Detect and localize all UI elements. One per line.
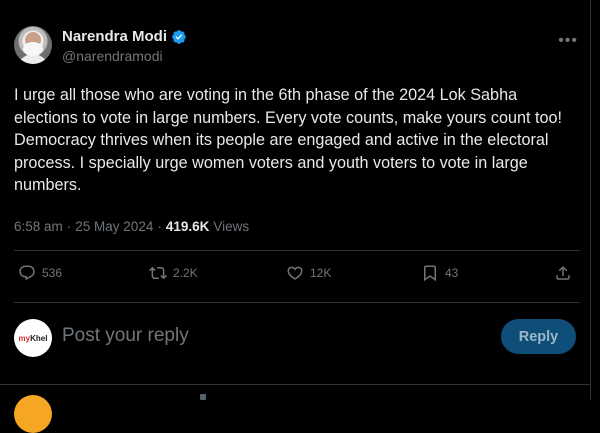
divider-middle — [14, 302, 580, 303]
next-post-icon-fragment — [200, 394, 206, 400]
bookmark-count: 43 — [445, 266, 459, 280]
avatar-logo-text-accent: Khel — [30, 333, 48, 343]
retweet-action-button[interactable]: 2.2K — [149, 264, 198, 282]
author-name-row: Narendra Modi — [62, 28, 187, 45]
avatar-beard-shape — [23, 42, 43, 56]
divider-top — [14, 250, 580, 251]
bookmark-icon — [424, 265, 436, 282]
divider-bottom — [0, 384, 590, 385]
verified-badge-icon — [172, 29, 186, 44]
reply-count: 536 — [42, 266, 63, 280]
reply-action-button[interactable]: 536 — [18, 264, 62, 282]
meta-separator: · — [66, 219, 72, 234]
tweet-meta: 6:58 am · 25 May 2024 · 419.6K Views — [14, 219, 249, 234]
share-action-button[interactable] — [554, 264, 572, 282]
tweet-time[interactable]: 6:58 am — [14, 219, 63, 234]
reply-composer: myKhel Reply — [14, 318, 580, 358]
meta-separator-2: · — [157, 219, 162, 234]
avatar-logo-text-main: my — [18, 333, 31, 343]
views-count: 419.6K — [165, 219, 210, 234]
tweet-frame: Narendra Modi @narendramodi ••• I urge a… — [0, 0, 591, 433]
like-count: 12K — [310, 266, 332, 280]
author-handle[interactable]: @narendramodi — [62, 48, 163, 64]
tweet-header: Narendra Modi @narendramodi ••• — [14, 26, 584, 68]
reply-input[interactable] — [62, 325, 462, 347]
reply-icon — [19, 265, 35, 281]
author-display-name[interactable]: Narendra Modi — [62, 28, 167, 45]
current-user-avatar[interactable]: my Khel — [14, 319, 52, 357]
tweet-date[interactable]: 25 May 2024 — [75, 219, 153, 234]
action-bar: 536 2.2K 12K 43 — [14, 264, 580, 288]
like-action-button[interactable]: 12K — [286, 264, 331, 282]
like-icon — [287, 266, 303, 280]
more-icon[interactable]: ••• — [558, 32, 578, 50]
share-icon — [556, 265, 570, 280]
retweet-count: 2.2K — [173, 266, 198, 280]
views-label: Views — [213, 219, 250, 234]
next-post-avatar[interactable] — [14, 395, 52, 433]
reply-button[interactable]: Reply — [501, 319, 576, 354]
bookmark-action-button[interactable]: 43 — [421, 264, 458, 282]
retweet-icon — [149, 266, 167, 280]
author-avatar[interactable] — [14, 26, 52, 64]
tweet-text: I urge all those who are voting in the 6… — [14, 86, 562, 194]
